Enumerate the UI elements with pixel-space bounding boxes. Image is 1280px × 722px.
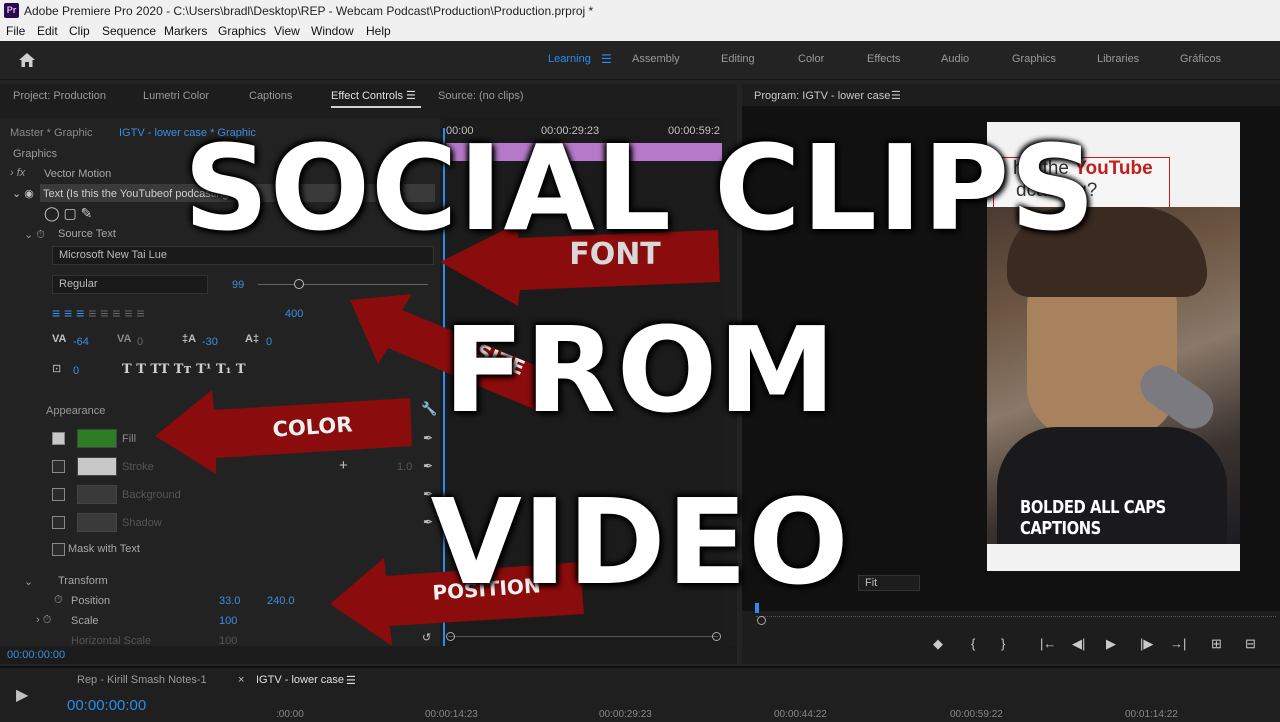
extract-icon[interactable]: ⊟ <box>1245 636 1256 652</box>
timeline-tab-rep[interactable]: Rep - Kirill Smash Notes-1 <box>77 674 207 686</box>
timeline-tab-igtv[interactable]: IGTV - lower case <box>256 674 344 686</box>
mark-out-icon[interactable]: } <box>1001 636 1005 651</box>
timeline-timecode[interactable]: 00:00:00:00 <box>67 697 146 714</box>
program-zoom-handle[interactable] <box>757 616 766 625</box>
ruler-0: :00:00 <box>276 709 304 720</box>
overlay-title-line1: SOCIAL CLIPS <box>183 119 1097 257</box>
step-forward-icon[interactable]: |▶ <box>1140 636 1153 652</box>
ruler-1: 00:00:14:23 <box>425 709 478 720</box>
timeline-tool-icon[interactable]: ▶ <box>16 685 28 705</box>
ruler-3: 00:00:44:22 <box>774 709 827 720</box>
timeline-tab-menu-icon[interactable]: ☰ <box>346 674 356 687</box>
mark-in-icon[interactable]: { <box>971 636 975 651</box>
go-to-in-icon[interactable]: |← <box>1040 636 1056 651</box>
lift-icon[interactable]: ⊞ <box>1211 636 1222 652</box>
ruler-4: 00:00:59:22 <box>950 709 1003 720</box>
add-marker-icon[interactable]: ◆ <box>933 636 943 652</box>
ruler-2: 00:00:29:23 <box>599 709 652 720</box>
step-back-icon[interactable]: ◀| <box>1072 636 1085 652</box>
overlay-title-line2: FROM <box>443 301 837 439</box>
ruler-5: 00:01:14:22 <box>1125 709 1178 720</box>
program-menu-icon[interactable]: ☰ <box>891 89 901 102</box>
overlay-title-line3: VIDEO <box>430 473 850 611</box>
timeline-tab-close-icon[interactable]: × <box>238 674 244 686</box>
program-tab[interactable]: Program: IGTV - lower case <box>754 90 890 102</box>
go-to-out-icon[interactable]: →| <box>1170 636 1186 651</box>
play-icon[interactable]: ▶ <box>1106 636 1116 652</box>
